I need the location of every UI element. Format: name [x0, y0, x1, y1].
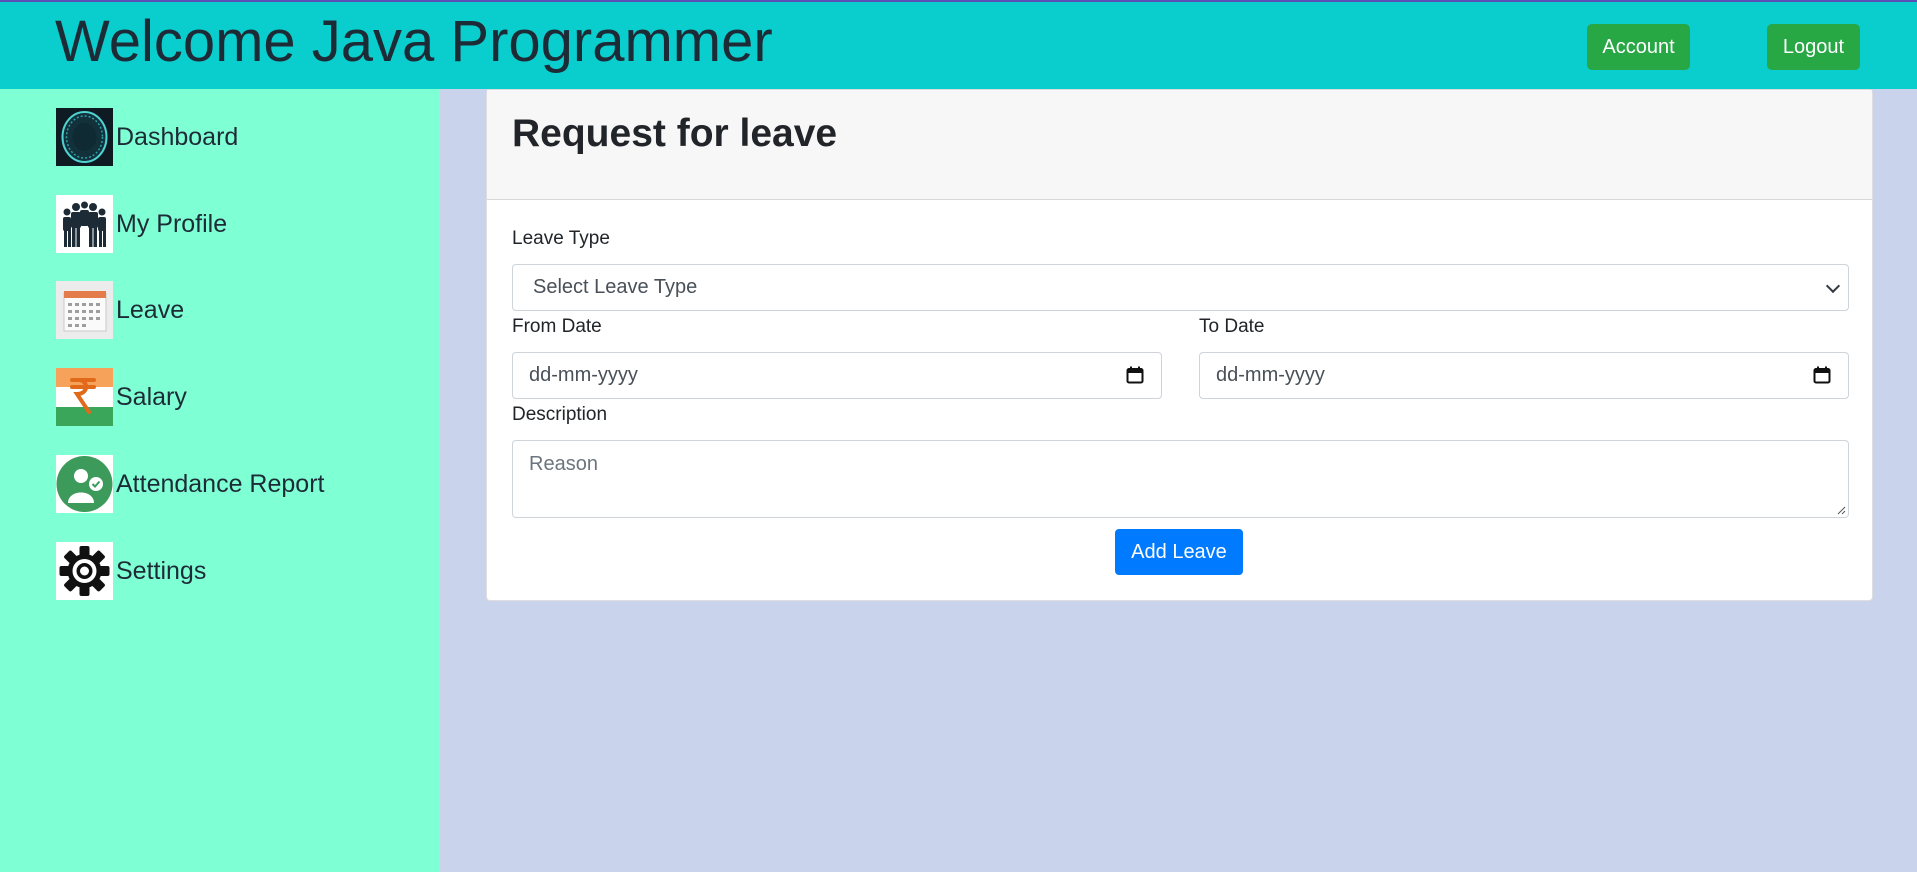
sidebar-item-label: My Profile [116, 209, 228, 238]
sidebar-item-label: Salary [116, 382, 187, 411]
sidebar: Dashboard My Profile Leave Salary Attend… [0, 89, 440, 872]
description-placeholder: Reason [529, 453, 598, 475]
to-date-placeholder: dd-mm-yyyy [1216, 364, 1325, 386]
dashboard-icon [56, 108, 113, 166]
leave-type-select[interactable]: Select Leave Type [512, 264, 1849, 311]
calendar-picker-icon[interactable] [1126, 366, 1144, 384]
sidebar-item-attendance-report[interactable]: Attendance Report [56, 455, 324, 513]
description-label: Description [512, 404, 608, 425]
attendance-icon [56, 455, 113, 513]
account-button[interactable]: Account [1587, 24, 1690, 70]
from-date-placeholder: dd-mm-yyyy [529, 364, 638, 386]
sidebar-item-leave[interactable]: Leave [56, 281, 184, 339]
from-date-input[interactable]: dd-mm-yyyy [512, 352, 1162, 399]
calendar-picker-icon[interactable] [1813, 366, 1831, 384]
sidebar-item-dashboard[interactable]: Dashboard [56, 108, 238, 166]
add-leave-button[interactable]: Add Leave [1115, 529, 1243, 575]
description-textarea[interactable]: Reason [512, 440, 1849, 518]
leave-type-label: Leave Type [512, 228, 610, 249]
sidebar-item-label: Attendance Report [116, 469, 325, 498]
gear-icon [56, 542, 113, 600]
sidebar-item-label: Leave [116, 295, 185, 324]
calendar-icon [56, 281, 113, 339]
sidebar-item-my-profile[interactable]: My Profile [56, 195, 227, 253]
rupee-icon [56, 368, 113, 426]
leave-request-card: Request for leave Leave Type Select Leav… [486, 89, 1873, 601]
sidebar-item-label: Settings [116, 556, 207, 585]
people-icon [56, 195, 113, 253]
to-date-label: To Date [1199, 316, 1265, 337]
chevron-down-icon [1825, 278, 1841, 294]
sidebar-item-label: Dashboard [116, 122, 239, 151]
sidebar-item-settings[interactable]: Settings [56, 542, 206, 600]
logout-button[interactable]: Logout [1767, 24, 1860, 70]
leave-type-selected-value: Select Leave Type [533, 276, 698, 298]
resize-handle-icon[interactable] [1836, 505, 1846, 515]
from-date-label: From Date [512, 316, 602, 337]
app-title: Welcome Java Programmer [55, 9, 773, 74]
to-date-input[interactable]: dd-mm-yyyy [1199, 352, 1849, 399]
page-title: Request for leave [512, 112, 838, 155]
sidebar-item-salary[interactable]: Salary [56, 368, 187, 426]
card-header: Request for leave [487, 90, 1872, 200]
top-header: Welcome Java Programmer Account Logout [0, 0, 1917, 89]
